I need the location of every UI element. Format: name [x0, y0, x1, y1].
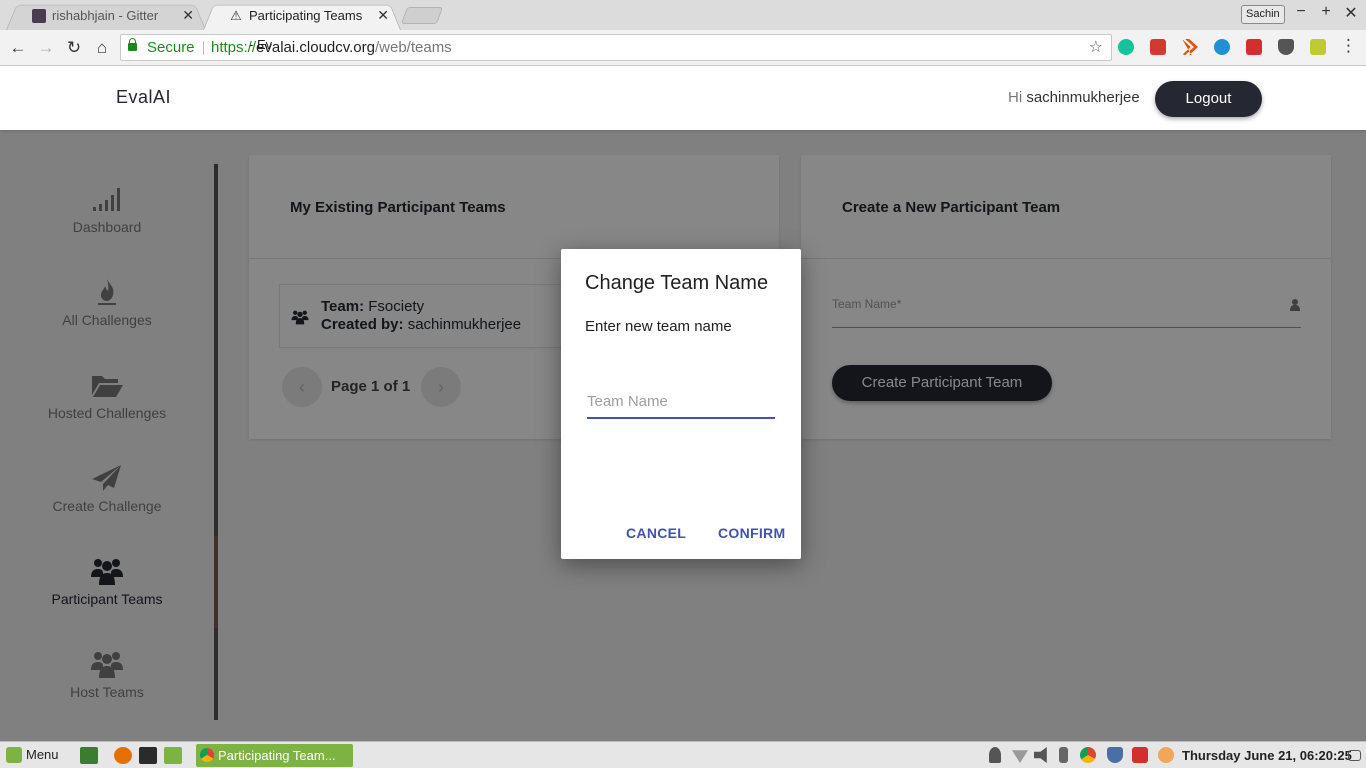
dialog-title: Change Team Name [585, 272, 769, 294]
close-window-icon[interactable]: ✕ [1341, 3, 1361, 23]
start-menu-button[interactable]: Menu [6, 746, 59, 764]
n-extension-icon[interactable] [1310, 39, 1326, 55]
taskbar-task-chrome[interactable]: Participating Team... [196, 744, 353, 767]
grammarly-extension-icon[interactable] [1118, 39, 1134, 55]
todo-extension-icon[interactable] [1246, 39, 1262, 55]
user-tray-icon[interactable] [989, 747, 1001, 763]
minimize-icon[interactable]: − [1291, 3, 1311, 21]
browser-toolbar: ← → ↻ ⌂ Secure https://evalai.cloudcv.or… [0, 30, 1366, 66]
forward-arrow-icon[interactable]: → [35, 37, 57, 59]
notifications-icon[interactable] [1348, 750, 1361, 761]
logout-button[interactable]: Logout [1155, 81, 1262, 117]
os-taskbar: Menu Participating Team... Thursday June… [0, 741, 1366, 768]
wifi-icon[interactable] [1012, 750, 1028, 763]
weather-icon[interactable] [1158, 747, 1174, 763]
cancel-button[interactable]: CANCEL [626, 525, 686, 541]
pocket-extension-icon[interactable] [1278, 39, 1294, 55]
clock: Thursday June 21, 06:20:25 [1182, 748, 1352, 763]
site-header: EvalAI Hi sachinmukherjee Logout [0, 67, 1366, 130]
shield-icon[interactable] [1107, 747, 1123, 763]
close-tab-icon[interactable]: ✕ [182, 1, 194, 30]
error-tray-icon[interactable] [1132, 747, 1148, 763]
browser-tab-gitter[interactable]: rishabhjain - Gitter ✕ [6, 1, 206, 30]
bookmark-star-icon[interactable]: ☆ [1089, 35, 1103, 60]
eye-extension-icon[interactable] [1214, 39, 1230, 55]
url-path: /web/teams [374, 39, 452, 56]
url-text: https://evalai.cloudcv.org/web/teams [211, 35, 452, 60]
maximize-icon[interactable]: + [1316, 3, 1336, 21]
show-desktop-icon[interactable] [80, 747, 98, 764]
omnibox-divider [203, 41, 204, 55]
battery-icon[interactable] [1059, 747, 1068, 763]
username: sachinmukherjee [1026, 89, 1140, 106]
profile-button[interactable]: Sachin [1241, 5, 1285, 24]
team-name-input[interactable] [587, 381, 775, 419]
user-greeting: Hi sachinmukherjee [1008, 89, 1140, 106]
confirm-button[interactable]: CONFIRM [718, 525, 785, 541]
tab-title: rishabhjain - Gitter [52, 8, 159, 23]
close-tab-icon[interactable]: ✕ [377, 1, 389, 30]
reload-icon[interactable]: ↻ [63, 37, 85, 59]
new-tab-button[interactable] [400, 7, 444, 24]
dialog-prompt: Enter new team name [585, 318, 732, 335]
evalai-favicon-icon: ⚠ [230, 8, 242, 23]
files-icon[interactable] [164, 747, 182, 764]
bookmark-extension-icon[interactable] [1150, 39, 1166, 55]
change-team-name-dialog: Change Team Name Enter new team name CAN… [561, 249, 801, 559]
greeting-text: Hi [1008, 89, 1023, 106]
browser-tab-participating-teams[interactable]: ⚠ Participating Teams - Ev ✕ [203, 1, 401, 52]
back-arrow-icon[interactable]: ← [7, 37, 29, 59]
browser-menu-icon[interactable]: ⋮ [1340, 36, 1357, 56]
chrome-tray-icon[interactable] [1080, 747, 1096, 763]
secure-label: Secure [147, 39, 195, 56]
lock-icon [128, 38, 137, 51]
evalai-logo[interactable]: EvalAI [116, 87, 171, 108]
web-page: EvalAI Hi sachinmukherjee Logout Dashboa… [0, 67, 1366, 741]
browser-tabstrip: rishabhjain - Gitter ✕ ⚠ Participating T… [0, 0, 1366, 52]
gitter-favicon-icon [32, 9, 46, 23]
firefox-icon[interactable] [114, 747, 132, 764]
home-icon[interactable]: ⌂ [91, 37, 113, 59]
volume-icon[interactable] [1034, 747, 1047, 763]
terminal-icon[interactable] [139, 747, 157, 764]
chevron-extension-icon[interactable] [1182, 39, 1198, 55]
url-host: evalai.cloudcv.org [256, 39, 375, 56]
